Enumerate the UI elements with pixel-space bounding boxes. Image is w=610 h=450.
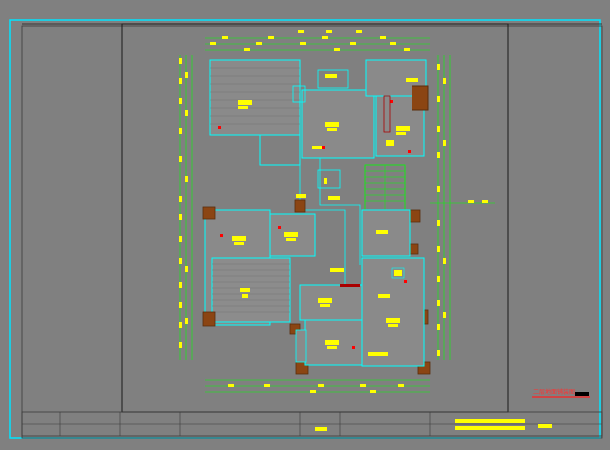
- top-dim-tags: [210, 30, 410, 51]
- room-lower-right: [361, 209, 425, 367]
- room-upper-middle: [292, 69, 375, 159]
- title-block: [21, 411, 603, 437]
- room-lower-left: [204, 209, 316, 326]
- room-lower-middle: [295, 284, 366, 366]
- room-upper-left: [209, 59, 301, 166]
- cad-viewport[interactable]: 二层地面铺装图: [0, 0, 610, 446]
- bottom-dimensions: [205, 379, 430, 393]
- floor-plan-drawing: [9, 19, 603, 439]
- scale-box: [575, 392, 589, 396]
- staircase: [364, 164, 406, 211]
- drawing-title: 二层地面铺装图: [533, 389, 576, 396]
- top-dimensions: [205, 37, 430, 51]
- room-upper-right: [365, 59, 429, 157]
